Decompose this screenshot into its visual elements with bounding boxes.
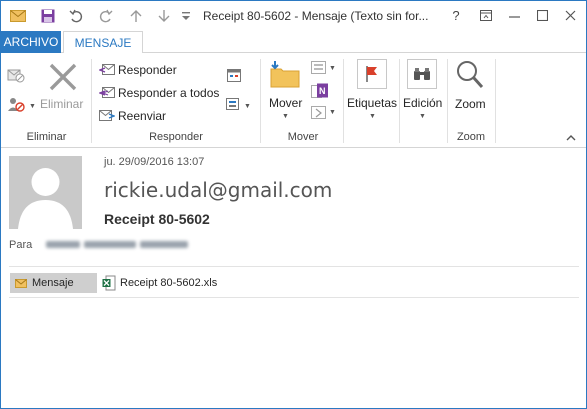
message-subject: Receipt 80-5602 — [104, 211, 210, 227]
ribbon-separator — [91, 59, 92, 143]
actions-icon[interactable] — [311, 106, 327, 123]
attachments-divider — [9, 297, 579, 298]
more-respond-icon[interactable] — [226, 97, 242, 114]
flag-icon[interactable] — [357, 59, 387, 89]
attachment-file-name: Receipt 80-5602.xls — [120, 277, 218, 289]
junk-dropdown-icon[interactable]: ▼ — [29, 103, 36, 110]
meeting-icon[interactable] — [227, 68, 241, 85]
save-icon[interactable] — [39, 7, 57, 25]
attachment-file[interactable]: Receipt 80-5602.xls — [102, 273, 217, 293]
to-recipient-blurred[interactable] — [46, 239, 191, 249]
junk-icon[interactable] — [7, 97, 29, 116]
zoom-button-label[interactable]: Zoom — [455, 97, 486, 111]
forward-icon[interactable] — [99, 108, 116, 125]
customize-qat-icon[interactable] — [177, 7, 195, 25]
binoculars-icon[interactable] — [407, 59, 437, 89]
message-body[interactable] — [9, 301, 579, 401]
undo-icon[interactable] — [67, 7, 85, 25]
ribbon-display-options-icon[interactable] — [473, 5, 499, 25]
reply-icon[interactable] — [98, 62, 115, 79]
maximize-icon[interactable] — [529, 5, 555, 25]
down-arrow-icon[interactable] — [155, 7, 173, 25]
editing-button-label[interactable]: Edición — [403, 96, 442, 110]
forward-button[interactable]: Reenviar — [118, 109, 166, 123]
avatar — [9, 156, 82, 229]
group-label-eliminar: Eliminar — [26, 131, 67, 143]
collapse-ribbon-icon[interactable] — [566, 133, 576, 144]
move-button-label[interactable]: Mover — [269, 96, 302, 110]
reply-all-button[interactable]: Responder a todos — [118, 86, 219, 100]
ignore-icon[interactable] — [7, 67, 25, 86]
up-arrow-icon[interactable] — [127, 7, 145, 25]
svg-text:N: N — [319, 86, 326, 96]
rules-dropdown-icon[interactable]: ▼ — [329, 65, 336, 72]
group-label-zoom: Zoom — [456, 131, 486, 143]
attachment-message-tab[interactable]: Mensaje — [10, 273, 97, 293]
onenote-icon[interactable]: N — [311, 83, 329, 102]
group-label-responder: Responder — [149, 131, 203, 143]
delete-icon[interactable] — [48, 62, 78, 95]
editing-dropdown-icon[interactable]: ▼ — [419, 113, 426, 120]
ribbon-separator — [260, 59, 261, 143]
move-dropdown-icon[interactable]: ▼ — [282, 113, 289, 120]
ribbon-separator — [495, 59, 496, 143]
reply-button[interactable]: Responder — [118, 63, 177, 77]
message-sender[interactable]: rickie.udal@gmail.com — [104, 178, 332, 202]
ribbon-separator — [399, 59, 400, 143]
ribbon-separator — [447, 59, 448, 143]
attachment-message-label: Mensaje — [32, 277, 74, 289]
ribbon: ▼ Eliminar Eliminar Responder Responder … — [1, 53, 586, 148]
title-bar: Receipt 80-5602 - Mensaje (Texto sin for… — [1, 1, 586, 31]
tags-dropdown-icon[interactable]: ▼ — [369, 113, 376, 120]
group-label-mover: Mover — [287, 131, 319, 143]
more-respond-dropdown-icon[interactable]: ▼ — [244, 103, 251, 110]
outlook-message-window: Receipt 80-5602 - Mensaje (Texto sin for… — [0, 0, 587, 409]
mail-icon[interactable] — [9, 7, 27, 25]
ribbon-tabs: ARCHIVO MENSAJE — [1, 31, 586, 54]
rules-icon[interactable] — [311, 61, 327, 78]
move-folder-icon[interactable] — [269, 59, 301, 92]
close-icon[interactable] — [557, 5, 583, 25]
excel-icon — [102, 275, 116, 291]
help-button[interactable]: ? — [443, 5, 469, 25]
envelope-icon — [15, 278, 27, 288]
ribbon-separator — [343, 59, 344, 143]
minimize-icon[interactable] — [501, 5, 527, 25]
message-date: ju. 29/09/2016 13:07 — [104, 156, 205, 168]
tab-mensaje[interactable]: MENSAJE — [63, 31, 143, 54]
redo-icon[interactable] — [97, 7, 115, 25]
header-divider — [9, 266, 579, 267]
delete-button-label[interactable]: Eliminar — [40, 97, 83, 111]
window-title: Receipt 80-5602 - Mensaje (Texto sin for… — [203, 9, 429, 23]
to-label: Para — [9, 239, 33, 251]
tab-archivo[interactable]: ARCHIVO — [1, 31, 61, 53]
actions-dropdown-icon[interactable]: ▼ — [329, 109, 336, 116]
zoom-icon[interactable] — [456, 60, 484, 93]
reply-all-icon[interactable] — [98, 85, 115, 102]
tags-button-label[interactable]: Etiquetas — [347, 96, 397, 110]
